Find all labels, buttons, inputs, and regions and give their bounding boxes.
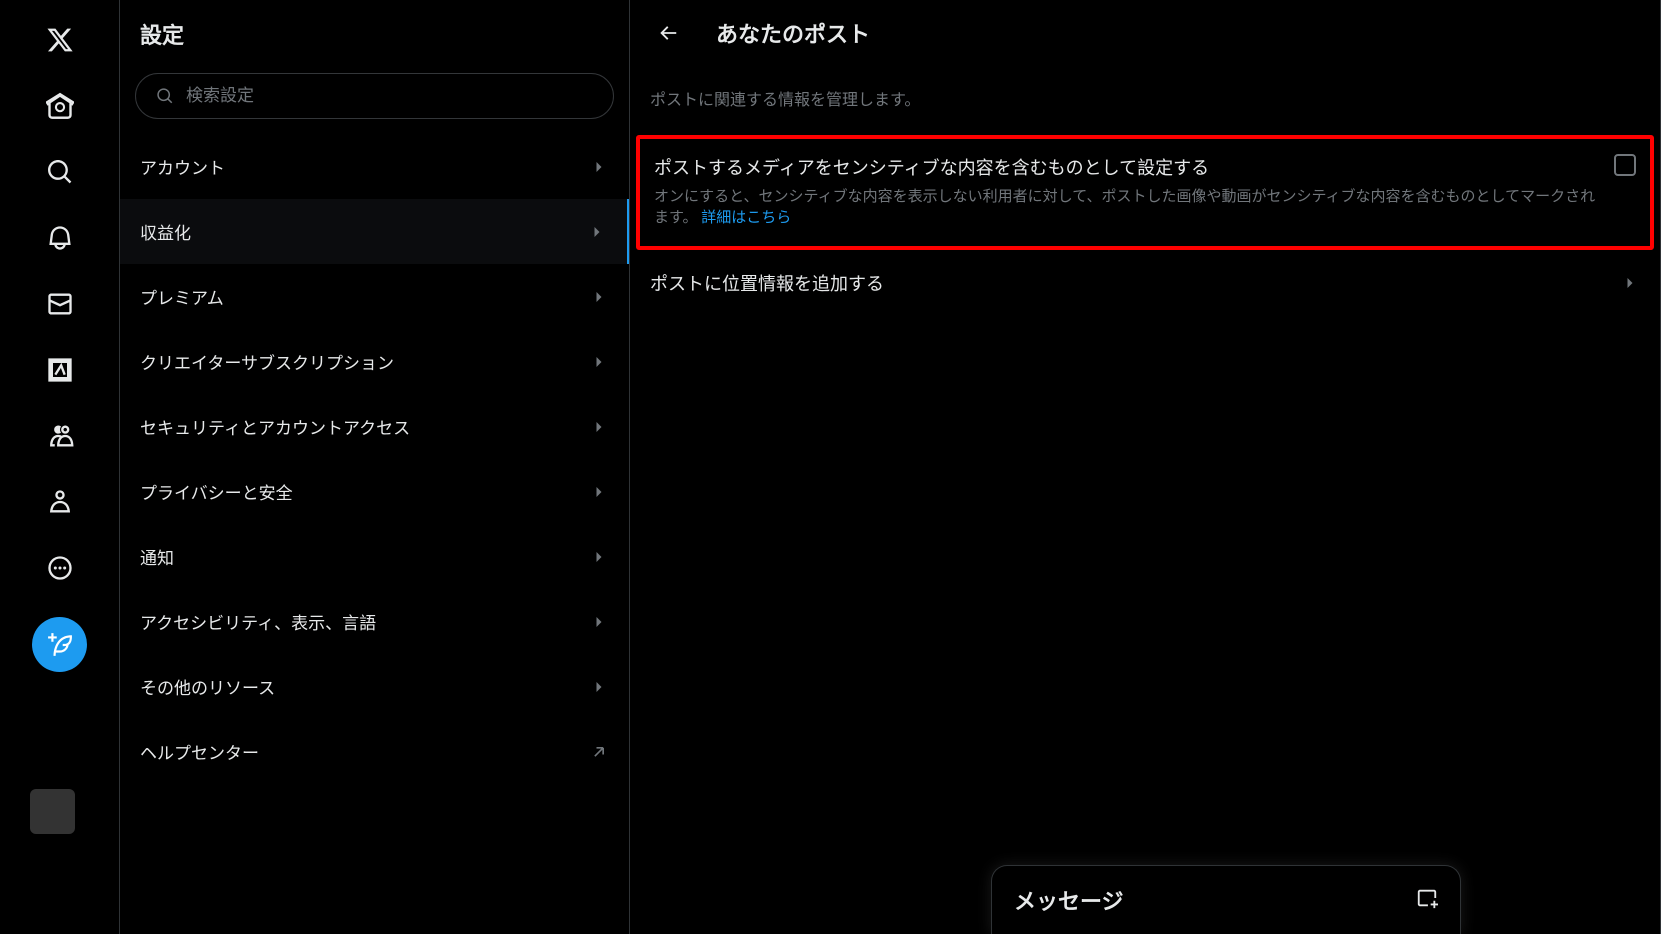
external-link-icon bbox=[589, 742, 609, 762]
x-logo[interactable] bbox=[35, 15, 85, 65]
search-container bbox=[120, 68, 629, 134]
search-input-icon bbox=[156, 87, 174, 105]
sensitive-media-option: ポストするメディアをセンシティブな内容を含むものとして設定する オンにすると、セ… bbox=[636, 135, 1654, 250]
location-option[interactable]: ポストに位置情報を追加する bbox=[630, 250, 1660, 316]
menu-monetization[interactable]: 収益化 bbox=[120, 199, 629, 264]
avatar[interactable] bbox=[30, 789, 75, 834]
detail-subtitle: ポストに関連する情報を管理します。 bbox=[630, 66, 1660, 135]
menu-premium[interactable]: プレミアム bbox=[120, 264, 629, 329]
menu-label: ヘルプセンター bbox=[140, 739, 259, 764]
menu-label: その他のリソース bbox=[140, 674, 275, 699]
menu-label: セキュリティとアカウントアクセス bbox=[140, 414, 410, 439]
messages-icon[interactable] bbox=[35, 279, 85, 329]
chevron-right-icon bbox=[587, 222, 607, 242]
new-message-icon[interactable] bbox=[1416, 887, 1438, 913]
sensitive-checkbox[interactable] bbox=[1614, 154, 1636, 176]
more-icon[interactable] bbox=[35, 543, 85, 593]
chevron-right-icon bbox=[589, 547, 609, 567]
menu-accessibility[interactable]: アクセシビリティ、表示、言語 bbox=[120, 589, 629, 654]
menu-label: アクセシビリティ、表示、言語 bbox=[140, 609, 376, 634]
messages-title: メッセージ bbox=[1014, 884, 1124, 916]
option-label: ポストに位置情報を追加する bbox=[650, 270, 884, 296]
menu-label: アカウント bbox=[140, 154, 225, 179]
chevron-right-icon bbox=[589, 417, 609, 437]
menu-creator-subscription[interactable]: クリエイターサブスクリプション bbox=[120, 329, 629, 394]
menu-label: 通知 bbox=[140, 544, 174, 569]
menu-label: クリエイターサブスクリプション bbox=[140, 349, 394, 374]
profile-icon[interactable] bbox=[35, 477, 85, 527]
menu-label: プライバシーと安全 bbox=[140, 479, 293, 504]
settings-title: 設定 bbox=[120, 0, 629, 68]
chevron-right-icon bbox=[589, 482, 609, 502]
messages-drawer[interactable]: メッセージ bbox=[991, 865, 1461, 934]
menu-security-access[interactable]: セキュリティとアカウントアクセス bbox=[120, 394, 629, 459]
menu-label: 収益化 bbox=[140, 219, 191, 244]
chevron-right-icon bbox=[1620, 273, 1640, 293]
search-box[interactable] bbox=[135, 73, 614, 119]
chevron-right-icon bbox=[589, 612, 609, 632]
left-navigation bbox=[0, 0, 120, 934]
compose-button[interactable] bbox=[32, 617, 87, 672]
search-input[interactable] bbox=[186, 86, 593, 106]
communities-icon[interactable] bbox=[35, 411, 85, 461]
learn-more-link[interactable]: 詳細はこちら bbox=[701, 208, 791, 226]
chevron-right-icon bbox=[589, 677, 609, 697]
grok-icon[interactable] bbox=[35, 345, 85, 395]
menu-other-resources[interactable]: その他のリソース bbox=[120, 654, 629, 719]
detail-panel: あなたのポスト ポストに関連する情報を管理します。 ポストするメディアをセンシテ… bbox=[630, 0, 1661, 934]
settings-panel: 設定 アカウント 収益化 プレミアム クリエイターサブスクリプション セキュリテ… bbox=[120, 0, 630, 934]
menu-account[interactable]: アカウント bbox=[120, 134, 629, 199]
arrow-left-icon bbox=[657, 22, 679, 44]
menu-privacy-safety[interactable]: プライバシーと安全 bbox=[120, 459, 629, 524]
back-button[interactable] bbox=[650, 15, 686, 51]
menu-label: プレミアム bbox=[140, 284, 224, 309]
search-icon[interactable] bbox=[35, 147, 85, 197]
chevron-right-icon bbox=[589, 352, 609, 372]
chevron-right-icon bbox=[589, 157, 609, 177]
option-title: ポストするメディアをセンシティブな内容を含むものとして設定する bbox=[654, 154, 1599, 180]
home-icon[interactable] bbox=[35, 81, 85, 131]
option-description: オンにすると、センシティブな内容を表示しない利用者に対して、ポストした画像や動画… bbox=[654, 186, 1599, 228]
chevron-right-icon bbox=[589, 287, 609, 307]
detail-title: あなたのポスト bbox=[716, 17, 870, 49]
menu-notifications[interactable]: 通知 bbox=[120, 524, 629, 589]
notifications-icon[interactable] bbox=[35, 213, 85, 263]
detail-header: あなたのポスト bbox=[630, 0, 1660, 66]
menu-help-center[interactable]: ヘルプセンター bbox=[120, 719, 629, 784]
